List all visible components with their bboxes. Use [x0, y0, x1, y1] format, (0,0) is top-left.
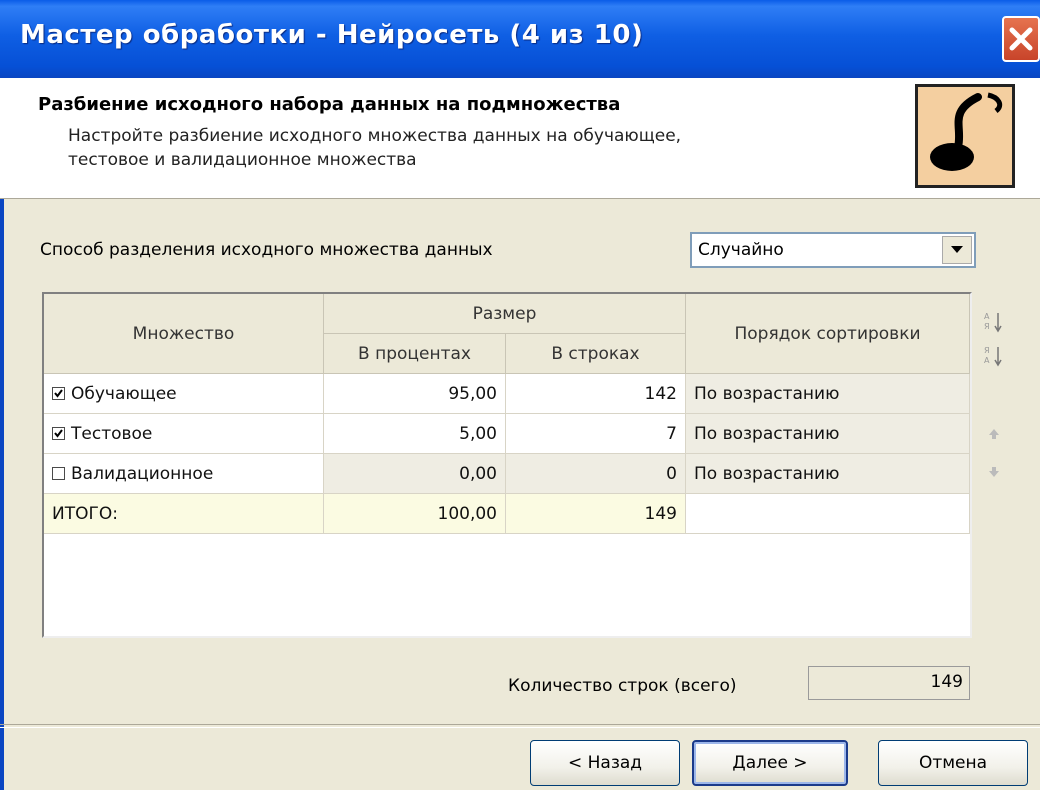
wizard-window: Мастер обработки - Нейросеть (4 из 10) Р…	[0, 0, 1040, 790]
chevron-down-icon	[951, 246, 963, 253]
total-rows: 149	[506, 494, 686, 534]
cancel-button[interactable]: Отмена	[878, 740, 1028, 786]
checkbox-checked[interactable]	[52, 427, 65, 440]
subsets-table: Множество Размер В процентах В строках П…	[42, 292, 972, 638]
sort-ascending-icon[interactable]: AЯ	[980, 308, 1008, 336]
svg-text:A: A	[984, 312, 990, 321]
step-description-line-2: тестовое и валидационное множества	[68, 150, 417, 170]
dropdown-button[interactable]	[942, 236, 972, 264]
set-name: Обучающее	[71, 383, 177, 404]
split-method-select[interactable]: Случайно	[690, 232, 976, 268]
sort-cell[interactable]: По возрастанию	[686, 374, 970, 414]
percent-cell[interactable]: 95,00	[324, 374, 506, 414]
split-method-value: Случайно	[698, 240, 784, 260]
column-header-set[interactable]: Множество	[44, 294, 324, 374]
close-button[interactable]	[1002, 16, 1040, 62]
row-tools: AЯ ЯA	[980, 300, 1020, 500]
percent-cell[interactable]: 5,00	[324, 414, 506, 454]
sort-descending-icon[interactable]: ЯA	[980, 342, 1008, 370]
arrow-down-icon[interactable]	[980, 458, 1008, 486]
wizard-header: Разбиение исходного набора данных на под…	[0, 78, 1040, 199]
total-rows-label: Количество строк (всего)	[508, 676, 737, 696]
step-title: Разбиение исходного набора данных на под…	[38, 94, 621, 115]
table-row-set[interactable]: Тестовое	[44, 414, 324, 454]
column-header-rows[interactable]: В строках	[506, 334, 686, 374]
step-description-line-1: Настройте разбиение исходного множества …	[68, 126, 682, 146]
step-description: Настройте разбиение исходного множества …	[68, 124, 828, 172]
total-rows-value: 149	[930, 672, 963, 692]
column-header-size: Размер	[324, 294, 686, 334]
total-rows-field: 149	[808, 666, 970, 700]
back-button[interactable]: < Назад	[530, 740, 680, 786]
split-method-label: Способ разделения исходного множества да…	[40, 240, 493, 260]
title-bar[interactable]: Мастер обработки - Нейросеть (4 из 10)	[0, 0, 1040, 78]
column-header-percent[interactable]: В процентах	[324, 334, 506, 374]
total-percent: 100,00	[324, 494, 506, 534]
close-icon	[1009, 27, 1033, 51]
svg-text:A: A	[984, 356, 990, 365]
svg-text:Я: Я	[984, 322, 990, 331]
set-name: Тестовое	[71, 423, 153, 444]
svg-text:Я: Я	[984, 346, 990, 355]
set-name: Валидационное	[71, 463, 214, 484]
next-button[interactable]: Далее >	[692, 740, 848, 786]
window-title: Мастер обработки - Нейросеть (4 из 10)	[20, 20, 644, 50]
arrow-up-icon[interactable]	[980, 420, 1008, 448]
table-row-set[interactable]: Валидационное	[44, 454, 324, 494]
rows-cell[interactable]: 0	[506, 454, 686, 494]
sort-cell[interactable]: По возрастанию	[686, 454, 970, 494]
checkbox-checked[interactable]	[52, 387, 65, 400]
rows-cell[interactable]: 7	[506, 414, 686, 454]
column-header-sort[interactable]: Порядок сортировки	[686, 294, 970, 374]
percent-cell[interactable]: 0,00	[324, 454, 506, 494]
total-sort	[686, 494, 970, 534]
total-label: ИТОГО:	[44, 494, 324, 534]
neural-net-logo-icon	[915, 84, 1015, 188]
divider	[0, 724, 1040, 728]
table-row-set[interactable]: Обучающее	[44, 374, 324, 414]
rows-cell[interactable]: 142	[506, 374, 686, 414]
checkbox-unchecked[interactable]	[52, 467, 65, 480]
sort-cell[interactable]: По возрастанию	[686, 414, 970, 454]
